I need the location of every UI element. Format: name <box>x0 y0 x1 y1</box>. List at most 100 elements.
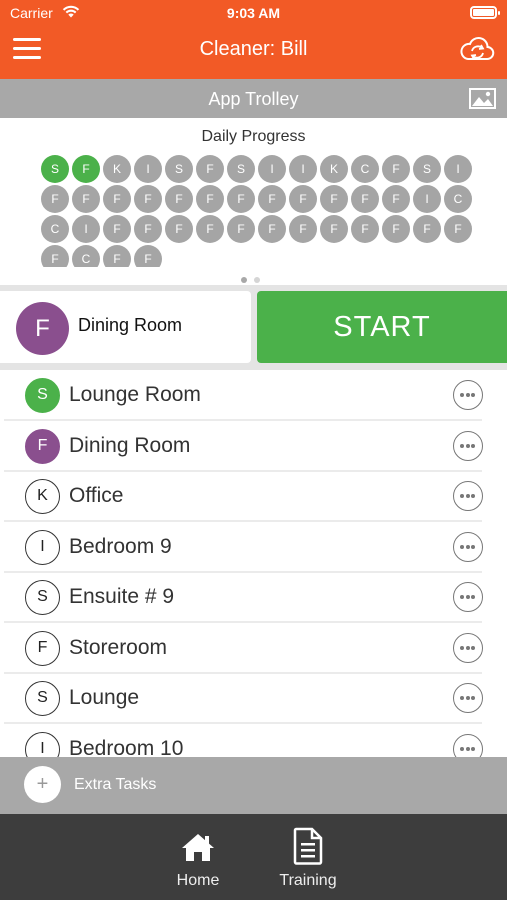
current-task-area: F Dining Room START <box>0 285 507 370</box>
document-icon <box>293 827 323 865</box>
progress-chip: F <box>289 215 317 243</box>
start-button[interactable]: START <box>257 291 507 363</box>
progress-chip: F <box>289 185 317 213</box>
more-options-icon[interactable] <box>453 733 483 757</box>
room-row[interactable]: S Lounge <box>4 673 483 724</box>
progress-chip: I <box>134 155 162 183</box>
progress-chip: F <box>258 215 286 243</box>
trolley-bar: App Trolley <box>0 79 507 118</box>
status-bar: Carrier 9:03 AM <box>0 0 507 26</box>
current-task-card[interactable]: F Dining Room <box>0 291 251 363</box>
progress-chip: F <box>134 185 162 213</box>
trolley-title: App Trolley <box>208 89 299 109</box>
room-badge: I <box>25 529 60 565</box>
room-name: Bedroom 10 <box>69 736 184 758</box>
current-task-badge: F <box>16 302 69 355</box>
room-name: Dining Room <box>69 433 191 457</box>
cloud-sync-icon[interactable] <box>459 34 495 64</box>
room-row[interactable]: I Bedroom 9 <box>4 522 483 573</box>
progress-chip: I <box>258 155 286 183</box>
progress-chip: K <box>320 155 348 183</box>
more-options-icon[interactable] <box>453 481 483 511</box>
progress-chip: F <box>413 215 441 243</box>
more-options-icon[interactable] <box>453 683 483 713</box>
clock: 9:03 AM <box>226 5 281 21</box>
progress-chip: F <box>196 185 224 213</box>
room-badge: S <box>25 681 60 716</box>
progress-chip: F <box>351 185 379 213</box>
app-header: Carrier 9:03 AM Cleaner: Bill <box>0 0 507 79</box>
room-name: Ensuite # 9 <box>69 585 175 608</box>
room-row[interactable]: F Dining Room <box>4 421 483 472</box>
tab-training-label: Training <box>279 872 337 889</box>
more-options-icon[interactable] <box>453 430 483 461</box>
room-row[interactable]: S Ensuite # 9 <box>4 572 483 623</box>
progress-chip: C <box>351 155 379 183</box>
progress-chip: I <box>444 155 472 183</box>
progress-chip: F <box>320 215 348 243</box>
more-options-icon[interactable] <box>453 582 483 612</box>
battery-icon <box>470 6 500 19</box>
progress-chip: C <box>444 185 472 213</box>
progress-chip: F <box>165 185 193 213</box>
page-dot[interactable] <box>254 277 260 283</box>
room-badge: S <box>25 580 60 615</box>
progress-chip: F <box>196 215 224 243</box>
room-row[interactable]: I Bedroom 10 <box>4 724 483 758</box>
room-badge: F <box>25 428 60 464</box>
more-options-icon[interactable] <box>453 380 483 410</box>
progress-chip: F <box>103 215 131 243</box>
progress-chip: I <box>413 185 441 213</box>
room-badge: K <box>25 479 60 514</box>
extra-tasks-label: Extra Tasks <box>74 776 157 793</box>
image-icon[interactable] <box>469 88 496 109</box>
room-badge: I <box>25 731 60 757</box>
progress-chip: I <box>289 155 317 183</box>
room-name: Lounge <box>69 686 140 709</box>
room-row[interactable]: F Storeroom <box>4 623 483 674</box>
page-dot[interactable] <box>241 277 247 283</box>
progress-chip: S <box>41 155 69 183</box>
room-name: Storeroom <box>69 635 168 659</box>
tab-bar: Home Training <box>0 814 507 900</box>
room-name: Lounge Room <box>69 383 201 406</box>
home-icon <box>182 834 214 861</box>
progress-chip: F <box>382 185 410 213</box>
progress-chip: C <box>72 245 100 267</box>
progress-chip: F <box>227 215 255 243</box>
tab-home-label: Home <box>176 872 220 889</box>
progress-chip: F <box>134 215 162 243</box>
room-name: Bedroom 9 <box>69 534 172 558</box>
tab-training[interactable]: Training <box>270 814 346 900</box>
progress-chip: C <box>41 215 69 243</box>
progress-chip: F <box>103 185 131 213</box>
room-list[interactable]: S Lounge Room F Dining Room K Office I Bedroom … <box>0 370 507 757</box>
extra-tasks-bar[interactable]: + Extra Tasks <box>0 757 507 814</box>
progress-grid[interactable]: SFKISFSIIKCFSIFFFFFFFFFFFFICCIFFFFFFFFFF… <box>41 155 476 267</box>
more-options-icon[interactable] <box>453 531 483 562</box>
tab-home[interactable]: Home <box>166 814 230 900</box>
progress-chip: F <box>165 215 193 243</box>
progress-chip: F <box>320 185 348 213</box>
progress-chip: F <box>41 245 69 267</box>
progress-title: Daily Progress <box>201 128 306 145</box>
daily-progress: Daily Progress SFKISFSIIKCFSIFFFFFFFFFFF… <box>0 118 507 285</box>
add-icon[interactable]: + <box>24 766 61 803</box>
more-options-icon[interactable] <box>453 632 483 663</box>
progress-chip: I <box>72 215 100 243</box>
progress-chip: K <box>103 155 131 183</box>
page-title: Cleaner: Bill <box>199 38 308 60</box>
current-task-name: Dining Room <box>78 315 183 335</box>
progress-chip: F <box>382 155 410 183</box>
progress-chip: F <box>196 155 224 183</box>
progress-chip: F <box>258 185 286 213</box>
room-row[interactable]: K Office <box>4 471 483 522</box>
progress-chip: F <box>444 215 472 243</box>
progress-chip: S <box>413 155 441 183</box>
progress-chip: F <box>134 245 162 267</box>
room-badge: S <box>25 378 60 413</box>
room-name: Office <box>69 484 124 507</box>
room-row[interactable]: S Lounge Room <box>4 370 483 421</box>
progress-chip: F <box>351 215 379 243</box>
room-badge: F <box>25 630 60 666</box>
